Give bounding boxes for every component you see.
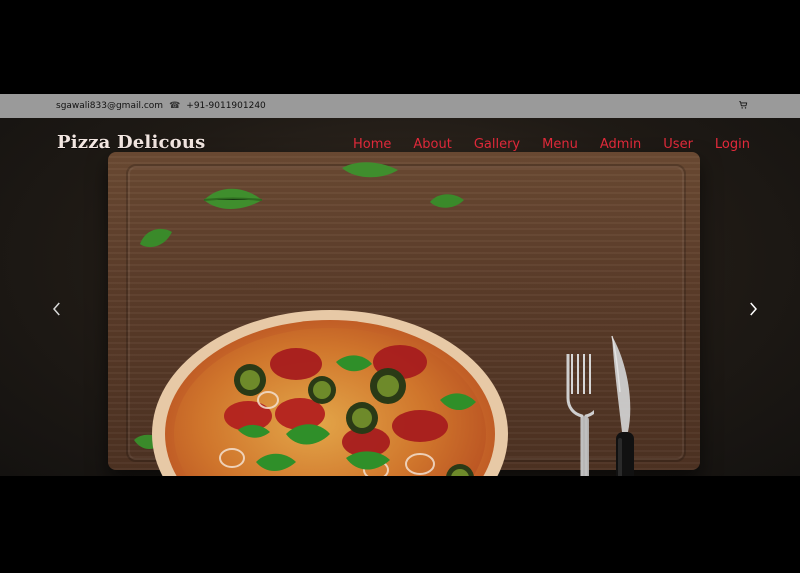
nav-menu[interactable]: Menu xyxy=(542,137,578,152)
pizza-image xyxy=(152,310,508,476)
basil-leaf-icon xyxy=(203,188,263,209)
page: sgawali833@gmail.com ☎ +91-9011901240 Pi… xyxy=(0,0,800,573)
knife-image xyxy=(611,335,634,476)
phone-icon: ☎ xyxy=(169,101,181,111)
brand-logo[interactable]: Pizza Delicous xyxy=(57,132,205,153)
nav-about[interactable]: About xyxy=(413,137,451,152)
basil-leaf-icon xyxy=(342,162,398,178)
main-nav: Home About Gallery Menu Admin User Login xyxy=(353,137,750,152)
basil-leaf-icon xyxy=(140,228,172,248)
hero-carousel: Pizza Delicous Home About Gallery Menu A… xyxy=(0,118,800,476)
email-text[interactable]: sgawali833@gmail.com xyxy=(56,101,163,111)
nav-gallery[interactable]: Gallery xyxy=(474,137,520,152)
nav-login[interactable]: Login xyxy=(715,137,750,152)
nav-user[interactable]: User xyxy=(663,137,693,152)
cart-icon[interactable] xyxy=(738,100,748,110)
carousel-prev-icon[interactable] xyxy=(48,300,66,318)
nav-home[interactable]: Home xyxy=(353,137,391,152)
carousel-next-icon[interactable] xyxy=(744,300,762,318)
basil-leaf-icon xyxy=(430,194,464,208)
top-contact-bar: sgawali833@gmail.com ☎ +91-9011901240 xyxy=(0,94,800,118)
phone-text[interactable]: +91-9011901240 xyxy=(186,101,266,111)
fork-image xyxy=(566,354,594,476)
contact-info: sgawali833@gmail.com ☎ +91-9011901240 xyxy=(56,101,266,111)
nav-admin[interactable]: Admin xyxy=(600,137,641,152)
